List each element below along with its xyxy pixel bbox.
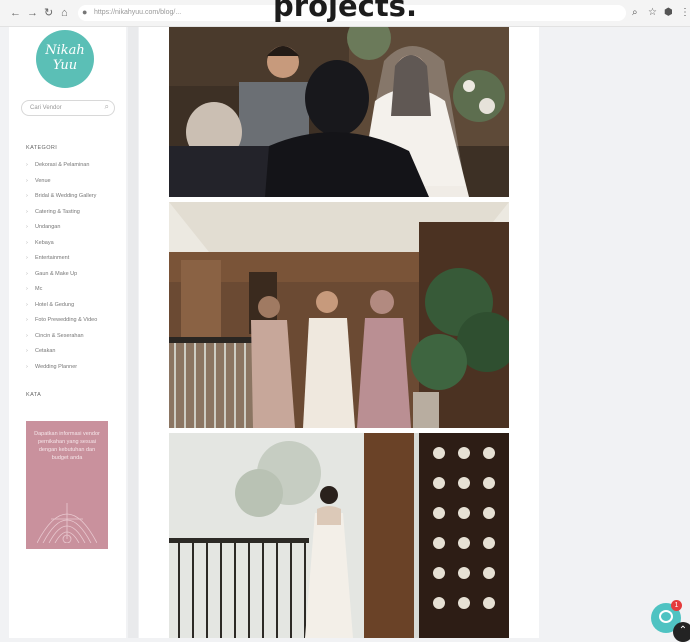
search-placeholder: Cari Vendor [30,105,62,111]
scroll-track[interactable] [128,27,138,638]
scroll-to-top-button[interactable]: ⌃ [673,622,690,642]
chevron-right-icon: › [26,302,28,308]
chevron-right-icon: › [26,333,28,339]
wedding-photo-ceremony [169,26,509,197]
chevron-right-icon: › [26,271,28,277]
search-input[interactable]: Cari Vendor ⌕ [21,100,115,116]
category-item[interactable]: › Cincin & Seserahan [26,331,84,341]
promo-banner[interactable]: Dapatkan informasi vendor pernikahan yan… [26,421,108,549]
chevron-right-icon: › [26,317,28,323]
mandala-ornament-icon [37,503,97,543]
category-item[interactable]: › Undangan [26,222,60,232]
section-heading: KATA [26,392,42,398]
category-item[interactable]: › Kebaya [26,238,54,248]
search-icon[interactable]: ⌕ [105,101,109,113]
chevron-right-icon: › [26,178,28,184]
notification-badge: 1 [671,600,682,611]
category-item[interactable]: › Entertainment [26,253,69,263]
logo-text: Nikah Yuu [45,43,85,73]
sidebar: Nikah Yuu Cari Vendor ⌕ KATEGORI › Dekora… [9,27,126,638]
chevron-right-icon: › [26,364,28,370]
banner-text: Dapatkan informasi vendor pernikahan yan… [34,431,100,461]
category-item[interactable]: › Wedding Planner [26,362,77,372]
overlay-title: projects. [273,0,417,23]
chevron-right-icon: › [26,209,28,215]
chevron-right-icon: › [26,162,28,168]
main-content [139,26,539,638]
chevron-right-icon: › [26,224,28,230]
category-item[interactable]: › Hotel & Gedung [26,300,74,310]
category-item[interactable]: › Cetakan [26,346,56,356]
chevron-up-icon: ⌃ [678,625,688,636]
chevron-right-icon: › [26,240,28,246]
category-item[interactable]: › Foto Prewedding & Video [26,315,97,325]
categories-heading: KATEGORI [26,145,58,151]
category-item[interactable]: › Gaun & Make Up [26,269,77,279]
category-item[interactable]: › Mc [26,284,42,294]
chat-bubble-icon [659,610,673,623]
chevron-right-icon: › [26,255,28,261]
chevron-right-icon: › [26,348,28,354]
category-item[interactable]: › Venue [26,176,51,186]
chevron-right-icon: › [26,286,28,292]
chevron-right-icon: › [26,193,28,199]
wedding-photo-bride [169,433,509,638]
category-item[interactable]: › Bridal & Wedding Gallery [26,191,96,201]
wedding-photo-group [169,202,509,428]
category-item[interactable]: › Dekorasi & Pelaminan [26,160,89,170]
site-logo[interactable]: Nikah Yuu [36,30,94,88]
category-item[interactable]: › Catering & Tasting [26,207,80,217]
